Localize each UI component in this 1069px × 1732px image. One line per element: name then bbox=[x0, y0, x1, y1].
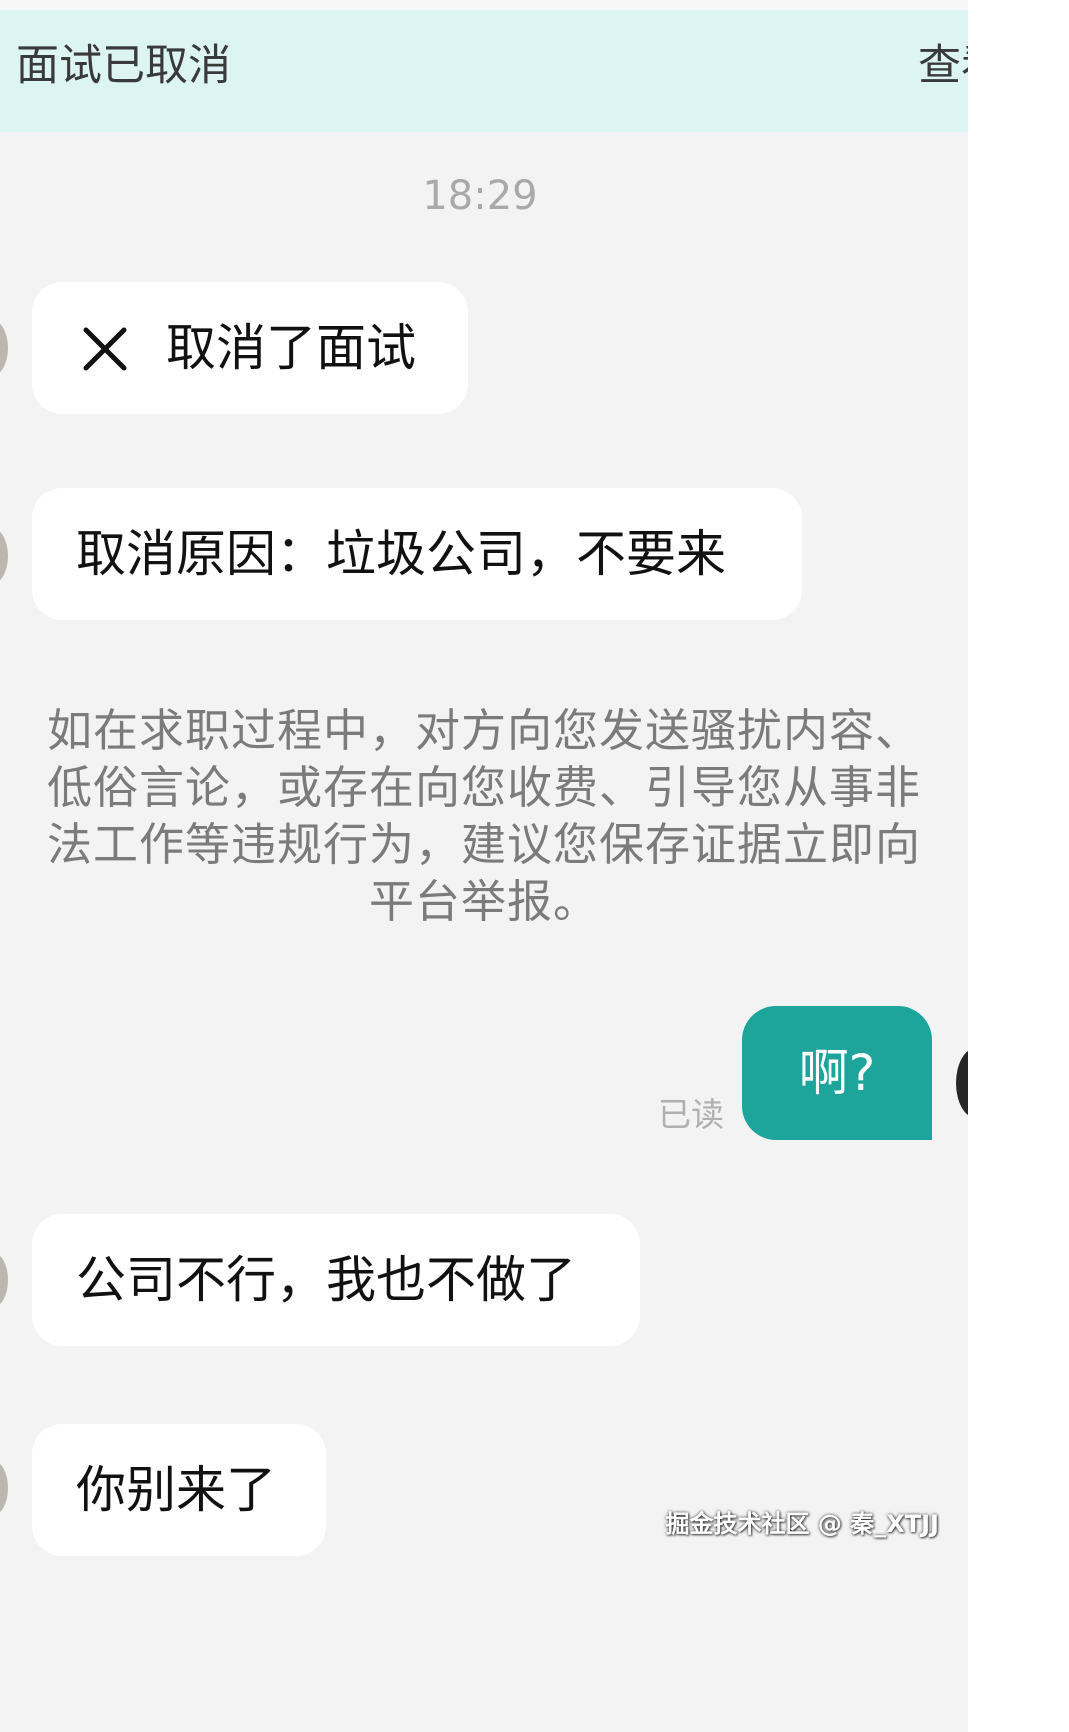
watermark: 掘金技术社区 @ 秦_XTJJ bbox=[665, 1510, 939, 1538]
interview-status-banner[interactable]: 面试已取消 查看 bbox=[0, 10, 968, 132]
message-timestamp: 18:29 bbox=[422, 173, 538, 219]
message-text: 啊? bbox=[798, 1044, 876, 1102]
read-receipt: 已读 bbox=[658, 1095, 724, 1134]
other-avatar[interactable] bbox=[0, 1460, 8, 1516]
close-icon bbox=[83, 327, 127, 371]
chat-background: 面试已取消 查看 18:29 取消了面试 取消原因：垃圾公司，不要来 如在求职过… bbox=[0, 0, 968, 1732]
message-text: 公司不行，我也不做了 bbox=[76, 1251, 576, 1309]
other-avatar[interactable] bbox=[0, 1252, 8, 1308]
message-text: 取消原因：垃圾公司，不要来 bbox=[76, 525, 726, 583]
other-avatar[interactable] bbox=[0, 320, 8, 376]
message-bubble-other[interactable]: 取消原因：垃圾公司，不要来 bbox=[32, 488, 802, 620]
self-avatar[interactable] bbox=[956, 1048, 968, 1118]
other-avatar[interactable] bbox=[0, 528, 8, 584]
message-bubble-self[interactable]: 啊? bbox=[742, 1006, 932, 1140]
system-notice: 如在求职过程中，对方向您发送骚扰内容、低俗言论，或存在向您收费、引导您从事非法工… bbox=[46, 704, 921, 928]
message-bubble-other[interactable]: 公司不行，我也不做了 bbox=[32, 1214, 640, 1346]
chat-screen: 面试已取消 查看 18:29 取消了面试 取消原因：垃圾公司，不要来 如在求职过… bbox=[0, 0, 1069, 1732]
message-bubble-other[interactable]: 取消了面试 bbox=[32, 282, 468, 414]
banner-title: 面试已取消 bbox=[16, 41, 231, 91]
banner-view-button[interactable]: 查看 bbox=[918, 45, 968, 88]
message-bubble-other[interactable]: 你别来了 bbox=[32, 1424, 326, 1556]
message-text: 取消了面试 bbox=[166, 319, 416, 377]
top-strip bbox=[0, 0, 968, 10]
message-text: 你别来了 bbox=[76, 1461, 276, 1519]
